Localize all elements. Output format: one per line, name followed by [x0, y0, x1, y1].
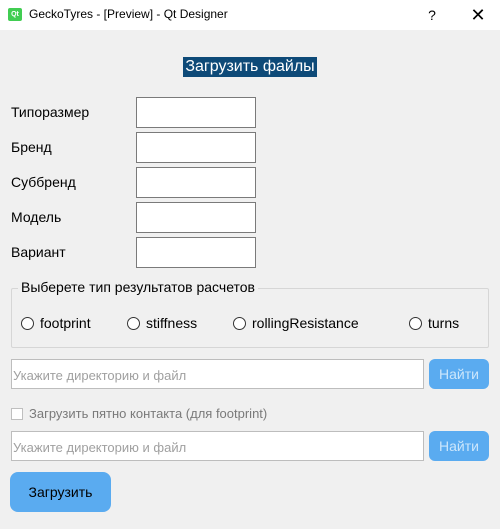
window-title: GeckoTyres - [Preview] - Qt Designer — [29, 7, 228, 21]
dialog-content: Загрузить файлы Типоразмер Бренд Суббрен… — [0, 30, 500, 529]
brand-input[interactable] — [136, 132, 256, 163]
find-results-button[interactable]: Найти — [429, 359, 489, 389]
radio-circle-icon — [127, 316, 140, 330]
qt-app-icon: Qt — [8, 8, 22, 21]
radio-circle-icon — [21, 316, 34, 330]
results-type-title: Выберете тип результатов расчетов — [18, 279, 258, 295]
variant-input[interactable] — [136, 237, 256, 268]
model-input[interactable] — [136, 202, 256, 233]
label-brand: Бренд — [11, 139, 52, 155]
radio-footprint[interactable]: footprint — [21, 314, 91, 332]
page-title: Загрузить файлы — [0, 57, 500, 77]
radio-stiffness[interactable]: stiffness — [127, 314, 197, 332]
label-model: Модель — [11, 209, 62, 225]
find-contact-patch-button[interactable]: Найти — [429, 431, 489, 461]
radio-circle-icon — [233, 316, 246, 330]
radio-label: turns — [428, 315, 460, 331]
radio-label: stiffness — [146, 315, 198, 331]
label-subbrand: Суббренд — [11, 174, 76, 190]
subbrand-input[interactable] — [136, 167, 256, 198]
radio-turns[interactable]: turns — [409, 314, 459, 332]
tyre-size-input[interactable] — [136, 97, 256, 128]
help-button[interactable]: ? — [420, 0, 444, 30]
close-button[interactable]: ✕ — [456, 0, 500, 30]
window-titlebar: Qt GeckoTyres - [Preview] - Qt Designer … — [0, 0, 500, 30]
label-tyre-size: Типоразмер — [11, 104, 90, 120]
radio-rolling-resistance[interactable]: rollingResistance — [233, 314, 359, 332]
label-variant: Вариант — [11, 244, 66, 260]
page-title-text: Загрузить файлы — [183, 57, 317, 77]
contact-patch-path-input[interactable]: Укажите директорию и файл — [11, 431, 424, 461]
radio-label: rollingResistance — [252, 315, 359, 331]
radio-label: footprint — [40, 315, 91, 331]
contact-patch-checkbox[interactable]: Загрузить пятно контакта (для footprint) — [11, 406, 267, 421]
results-path-input[interactable]: Укажите директорию и файл — [11, 359, 424, 389]
upload-button[interactable]: Загрузить — [10, 472, 111, 512]
checkbox-icon — [11, 407, 23, 420]
checkbox-label: Загрузить пятно контакта (для footprint) — [29, 406, 268, 421]
radio-circle-icon — [409, 316, 422, 330]
